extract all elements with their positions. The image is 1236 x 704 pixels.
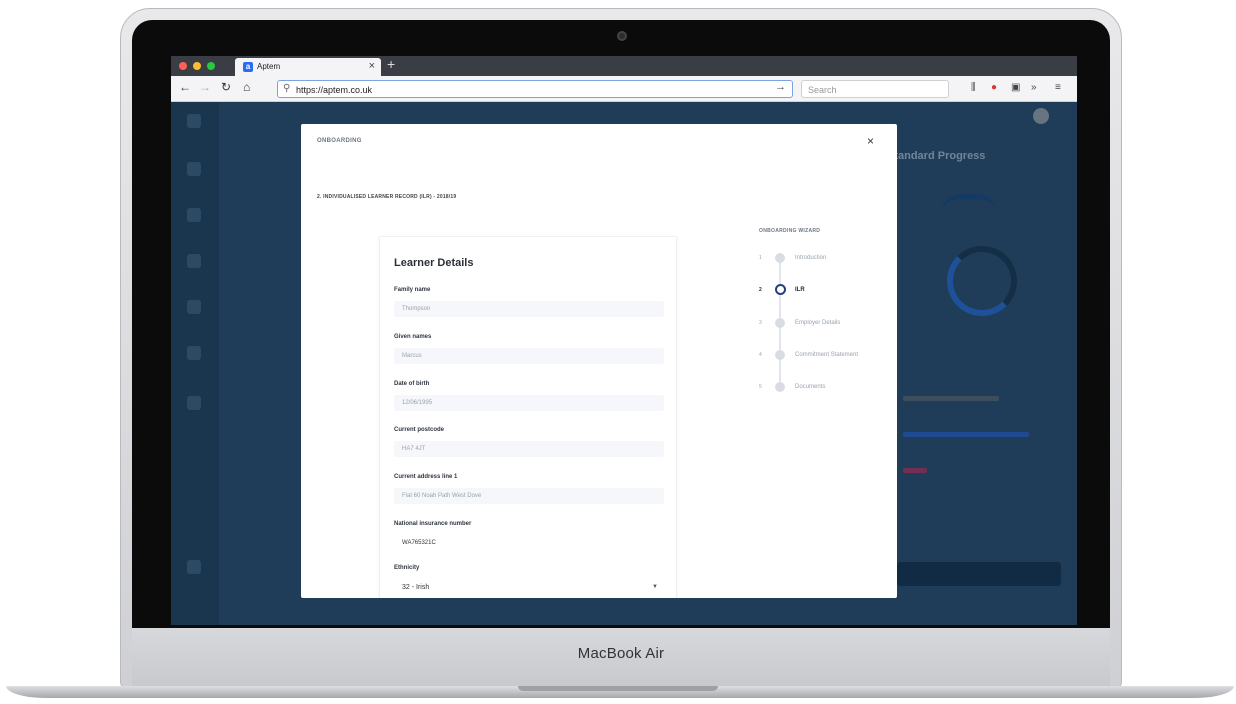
field-label-postcode: Current postcode [394,427,445,433]
camera [617,31,627,41]
library-icon[interactable]: ⫼ [971,82,976,93]
step-number: 3 [759,320,762,326]
step-circle-active-icon [775,284,786,295]
date-of-birth-field[interactable]: 12/06/1995 [394,395,664,411]
laptop-notch [518,686,718,691]
screen: a Aptem × + ← → ↻ ⌂ ⚲ https://aptem.co.u… [171,56,1077,625]
step-circle-icon [775,253,785,263]
address-bar[interactable]: ⚲ https://aptem.co.uk [277,80,793,98]
address-line-1-value: Flat 60 Noah Path West Dove [402,493,482,499]
sidebar-icon[interactable]: ▣ [1011,82,1020,93]
forward-icon[interactable]: → [199,80,211,94]
adblock-icon[interactable]: ● [991,82,997,93]
step-number: 5 [759,384,762,390]
step-label: Documents [795,384,826,390]
ethnicity-value: 32 - Irish [402,584,430,591]
go-arrow-icon[interactable]: → [775,81,786,93]
search-field[interactable]: Search [801,80,949,98]
ethnicity-select[interactable]: 32 - Irish ▼ [394,581,664,595]
reload-icon[interactable]: ↻ [221,80,231,94]
step-circle-icon [775,350,785,360]
step-number: 2 [759,287,762,293]
search-icon: ⚲ [283,83,291,94]
window-maximize-icon[interactable] [207,62,215,70]
step-circle-icon [775,382,785,392]
step-label: ILR [795,287,805,293]
window-minimize-icon[interactable] [193,62,201,70]
given-names-value: Marcus [402,353,422,359]
step-number: 1 [759,255,762,261]
wizard-step-introduction[interactable]: 1 Introduction [759,253,889,265]
field-label-national-insurance: National insurance number [394,521,472,527]
step-number: 4 [759,352,762,358]
wizard-step-documents[interactable]: 5 Documents [759,382,889,394]
wizard-step-commitment-statement[interactable]: 4 Commitment Statement [759,350,889,362]
field-label-ethnicity: Ethnicity [394,565,420,571]
section-title: 2. INDIVIDUALISED LEARNER RECORD (ILR) -… [317,194,457,200]
given-names-field[interactable]: Marcus [394,348,664,364]
aptem-logo-icon: a [243,62,253,72]
field-label-address-line-1: Current address line 1 [394,474,458,480]
postcode-field[interactable]: HA7 4JT [394,441,664,457]
field-label-family-name: Family name [394,287,431,293]
national-insurance-field[interactable]: WA765321C [394,535,664,551]
close-icon[interactable]: × [867,134,874,148]
national-insurance-value: WA765321C [402,540,436,546]
new-tab-icon[interactable]: + [387,56,395,72]
window-close-icon[interactable] [179,62,187,70]
laptop-mockup: MacBook Air a Aptem × + ← → ↻ ⌂ ⚲ https:… [0,0,1236,704]
home-icon[interactable]: ⌂ [243,80,250,94]
tab-title: Aptem [257,62,281,71]
date-of-birth-value: 12/06/1995 [402,400,433,406]
wizard-title: ONBOARDING WIZARD [759,228,821,234]
onboarding-modal: ONBOARDING × 2. INDIVIDUALISED LEARNER R… [301,124,897,598]
postcode-value: HA7 4JT [402,446,426,452]
step-label: Commitment Statement [795,352,859,358]
address-line-1-field[interactable]: Flat 60 Noah Path West Dove [394,488,664,504]
family-name-value: Thompson [402,306,431,312]
browser-tab-bar: a Aptem × + [171,56,1077,76]
tab-close-icon[interactable]: × [369,60,375,72]
field-label-date-of-birth: Date of birth [394,381,430,387]
back-icon[interactable]: ← [179,80,191,94]
wizard-step-employer-details[interactable]: 3 Employer Details [759,318,889,330]
step-circle-icon [775,318,785,328]
wizard-step-ilr[interactable]: 2 ILR [759,284,889,297]
chevron-down-icon: ▼ [652,584,658,590]
browser-tab[interactable]: a Aptem × [235,58,381,76]
step-label: Employer Details [795,320,841,326]
search-placeholder: Search [808,85,837,95]
device-brand: MacBook Air [577,645,665,662]
step-label: Introduction [795,255,827,261]
url-text: https://aptem.co.uk [296,85,373,95]
learner-details-card: Learner Details Family name Thompson Giv… [379,236,677,598]
field-label-given-names: Given names [394,334,432,340]
overflow-icon[interactable]: » [1031,82,1037,93]
family-name-field[interactable]: Thompson [394,301,664,317]
modal-header: ONBOARDING [317,138,362,144]
form-title: Learner Details [394,257,474,269]
browser-toolbar: ← → ↻ ⌂ ⚲ https://aptem.co.uk → Search ⫼… [171,76,1077,102]
menu-icon[interactable]: ≡ [1055,82,1061,93]
